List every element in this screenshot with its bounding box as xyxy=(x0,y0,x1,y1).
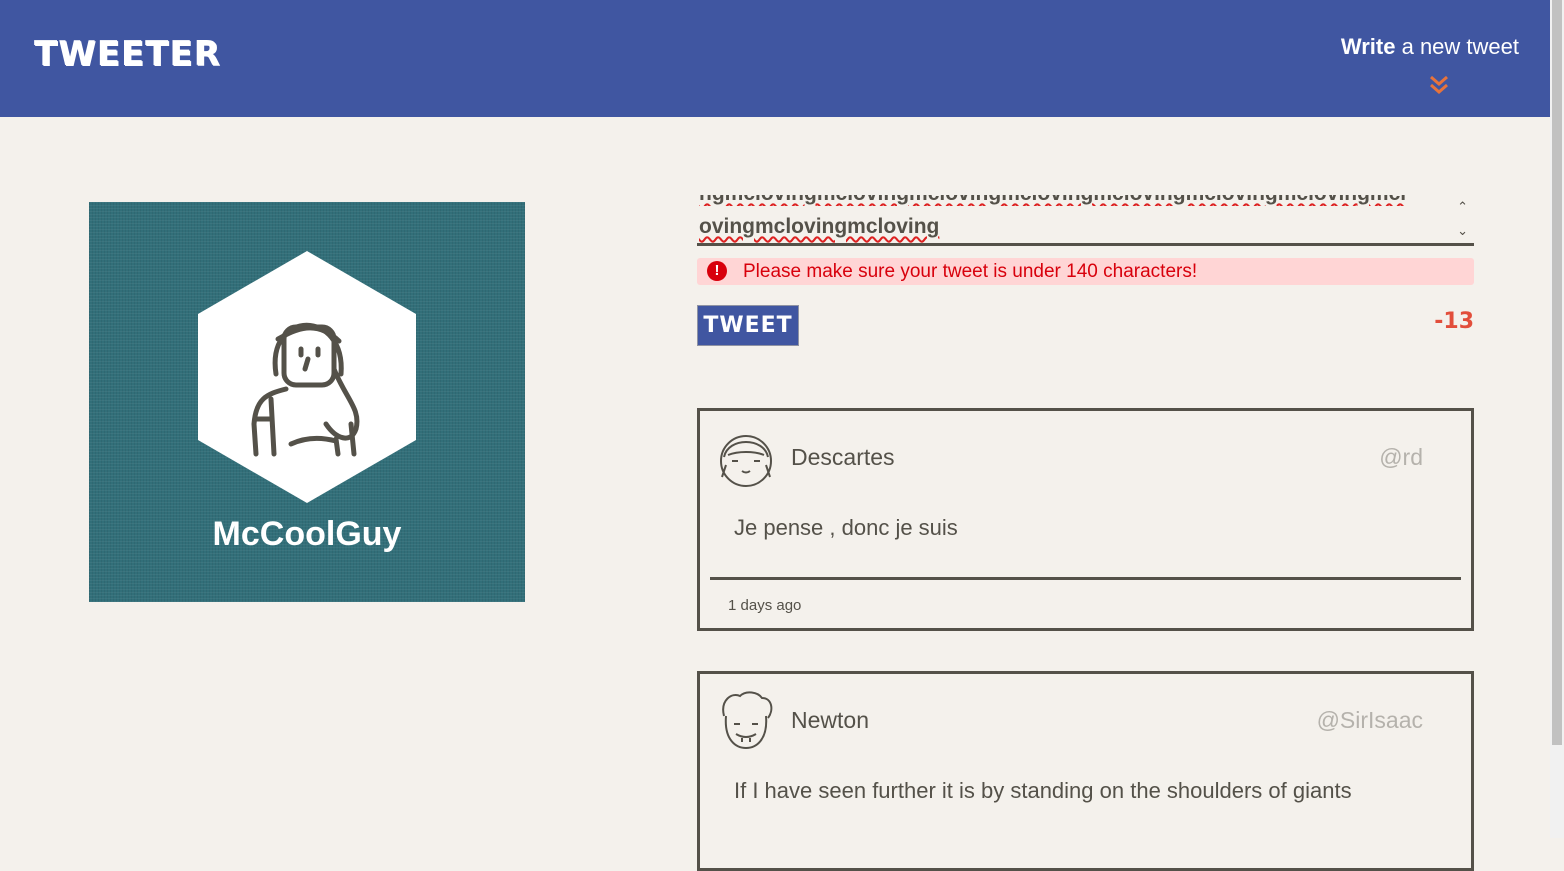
tweet-button[interactable]: TWEET xyxy=(697,305,799,346)
error-icon: ! xyxy=(707,261,727,281)
tweet-textarea[interactable]: ngmclovingmclovingmclovingmclovingmclovi… xyxy=(697,195,1474,246)
tweet-card: Newton @SirIsaac If I have seen further … xyxy=(697,671,1474,871)
tweet-author-handle: @rd xyxy=(1379,444,1423,470)
compose-link-bold: Write xyxy=(1340,34,1396,59)
compose-link-rest: a new tweet xyxy=(1395,34,1519,59)
write-new-tweet-link[interactable]: Write a new tweet xyxy=(1341,33,1519,61)
textarea-line-1: ngmclovingmclovingmclovingmclovingmclovi… xyxy=(699,195,1447,206)
tweet-author-handle: @SirIsaac xyxy=(1316,707,1423,733)
chevron-up-icon[interactable]: ⌃ xyxy=(1457,199,1468,215)
chevron-down-icon[interactable]: ⌄ xyxy=(1457,223,1468,239)
tweet-divider xyxy=(710,577,1461,580)
brand-logo[interactable]: TWEETER xyxy=(34,34,221,74)
girl-avatar-icon xyxy=(198,251,416,503)
tweet-composer: ngmclovingmclovingmclovingmclovingmclovi… xyxy=(697,195,1474,246)
textarea-line-2: ovingmclovingmcloving xyxy=(699,215,940,238)
top-navbar: TWEETER Write a new tweet xyxy=(0,0,1550,117)
user-avatar-icon xyxy=(722,691,773,750)
error-message-box: ! Please make sure your tweet is under 1… xyxy=(697,258,1474,285)
tweet-content: Je pense , donc je suis xyxy=(734,515,958,540)
error-message-text: Please make sure your tweet is under 140… xyxy=(743,261,1198,282)
tweet-author-name: Descartes xyxy=(791,444,895,470)
user-avatar-icon xyxy=(720,435,772,487)
character-counter: -13 xyxy=(1434,309,1474,334)
tweet-timestamp: 1 days ago xyxy=(728,597,802,614)
tweet-card: Descartes @rd Je pense , donc je suis 1 … xyxy=(697,408,1474,631)
double-chevron-down-icon[interactable] xyxy=(1428,74,1450,96)
page-scrollbar-thumb[interactable] xyxy=(1552,0,1562,745)
profile-username: McCoolGuy xyxy=(212,515,402,553)
profile-card: McCoolGuy xyxy=(89,202,525,602)
tweet-author-name: Newton xyxy=(791,707,869,733)
tweet-content: If I have seen further it is by standing… xyxy=(734,778,1352,803)
